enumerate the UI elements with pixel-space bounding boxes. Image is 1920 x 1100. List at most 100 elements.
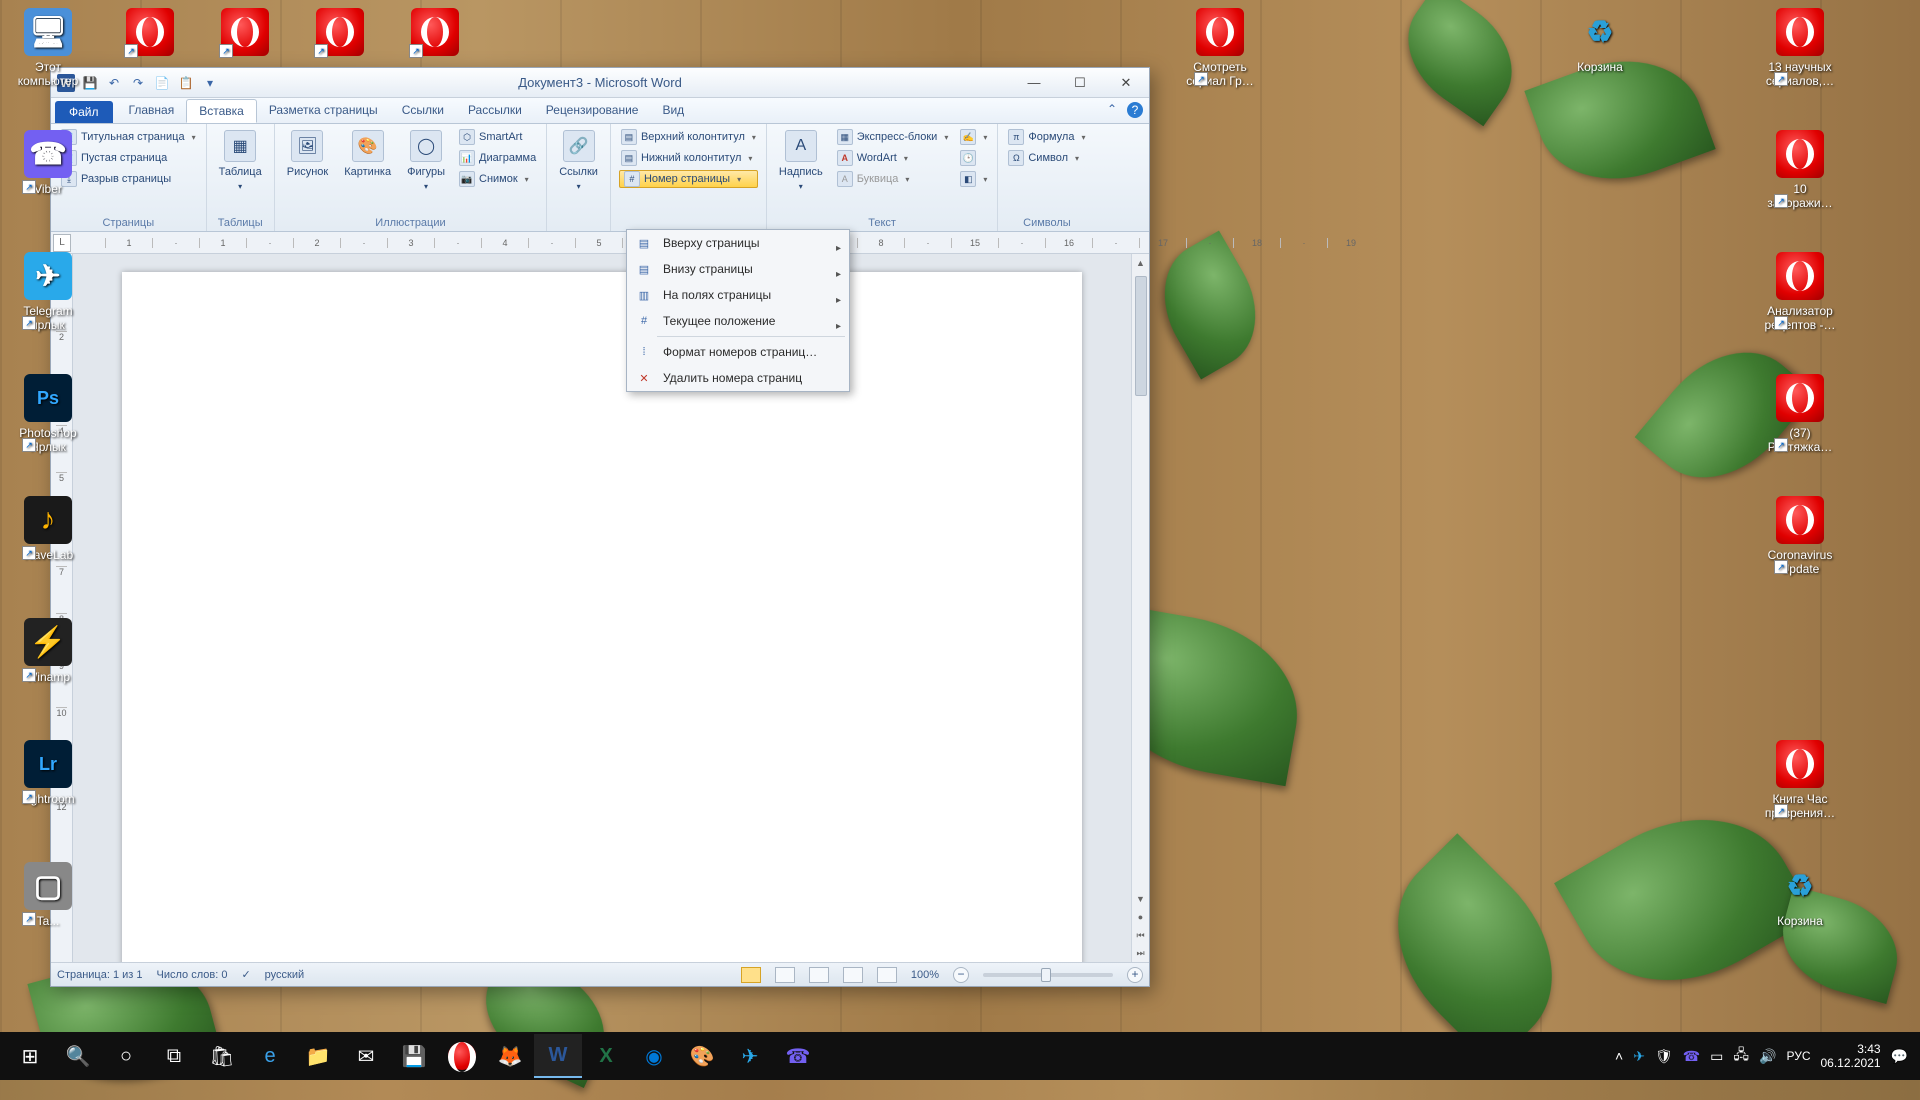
- date-time-button[interactable]: 🕒: [958, 149, 989, 167]
- tray-notifications-icon[interactable]: 💬: [1891, 1048, 1908, 1065]
- browse-object-button[interactable]: ●: [1132, 908, 1149, 926]
- status-page[interactable]: Страница: 1 из 1: [57, 969, 143, 981]
- tab-selector[interactable]: L: [53, 234, 71, 252]
- textbox-button[interactable]: AНадпись▾: [775, 128, 827, 193]
- vertical-ruler[interactable]: 123456789101112: [51, 254, 73, 962]
- desktop-icon[interactable]: ⚡↗Winamp: [8, 618, 88, 684]
- desktop-icon[interactable]: ↗Смотреть сериал Гр…: [1180, 8, 1260, 88]
- menu-item-bottom-of-page[interactable]: ▤Внизу страницы: [627, 256, 849, 282]
- desktop-icon[interactable]: ♻Корзина: [1760, 862, 1840, 928]
- vertical-scrollbar[interactable]: ▲ ▼ ● ⏮ ⏭: [1131, 254, 1149, 962]
- tray-chevron-up-icon[interactable]: ˄: [1615, 1048, 1623, 1064]
- minimize-button[interactable]: —: [1011, 69, 1057, 97]
- search-button[interactable]: 🔍: [54, 1034, 102, 1078]
- zoom-in-button[interactable]: +: [1127, 967, 1143, 983]
- tab-ссылки[interactable]: Ссылки: [390, 99, 456, 123]
- taskbar-app-viber[interactable]: ☎: [774, 1034, 822, 1078]
- desktop-icon[interactable]: ↗: [110, 8, 190, 60]
- taskbar-app-save[interactable]: 💾: [390, 1034, 438, 1078]
- help-button[interactable]: ?: [1127, 102, 1143, 118]
- header-button[interactable]: ▤Верхний колонтитул: [619, 128, 758, 146]
- close-button[interactable]: ✕: [1103, 69, 1149, 97]
- scroll-up-button[interactable]: ▲: [1132, 254, 1149, 272]
- desktop-icon[interactable]: ↗Анализатор рецептов -…: [1760, 252, 1840, 332]
- zoom-slider[interactable]: [983, 973, 1113, 977]
- screenshot-button[interactable]: 📷Снимок: [457, 170, 538, 188]
- taskbar-app-edge[interactable]: ◉: [630, 1034, 678, 1078]
- tray-security-icon[interactable]: 🛡: [1655, 1048, 1673, 1065]
- taskbar-app-explorer[interactable]: 📁: [294, 1034, 342, 1078]
- next-page-button[interactable]: ⏭: [1132, 944, 1149, 962]
- tab-разметка-страницы[interactable]: Разметка страницы: [257, 99, 390, 123]
- desktop-icon[interactable]: ↗(37) Растяжка…: [1760, 374, 1840, 454]
- desktop-icon[interactable]: ↗13 научных сериалов,…: [1760, 8, 1840, 88]
- zoom-slider-thumb[interactable]: [1041, 968, 1051, 982]
- status-word-count[interactable]: Число слов: 0: [157, 969, 228, 981]
- desktop-icon[interactable]: ↗: [205, 8, 285, 60]
- menu-item-current-position[interactable]: #Текущее положение: [627, 308, 849, 334]
- desktop-icon[interactable]: ✈↗Telegram ярлык: [8, 252, 88, 332]
- view-full-screen-button[interactable]: [775, 967, 795, 983]
- taskbar-app-paint[interactable]: 🎨: [678, 1034, 726, 1078]
- desktop-icon[interactable]: ▢↗Ta...: [8, 862, 88, 928]
- links-button[interactable]: 🔗Ссылки▾: [555, 128, 602, 193]
- start-button[interactable]: ⊞: [6, 1034, 54, 1078]
- taskbar-app-ie[interactable]: e: [246, 1034, 294, 1078]
- picture-button[interactable]: 🖼Рисунок: [283, 128, 333, 180]
- task-view-button[interactable]: ⧉: [150, 1034, 198, 1078]
- taskbar-app-opera[interactable]: [438, 1034, 486, 1078]
- tray-battery-icon[interactable]: ▭: [1710, 1048, 1723, 1065]
- menu-item-page-margins[interactable]: ▥На полях страницы: [627, 282, 849, 308]
- prev-page-button[interactable]: ⏮: [1132, 926, 1149, 944]
- qat-button[interactable]: 📋: [177, 74, 195, 92]
- tab-вид[interactable]: Вид: [650, 99, 696, 123]
- desktop-icon[interactable]: ↗10 заворажи…: [1760, 130, 1840, 210]
- redo-button[interactable]: ↷: [129, 74, 147, 92]
- maximize-button[interactable]: ☐: [1057, 69, 1103, 97]
- desktop-icon[interactable]: ↗Книга Час презрения…: [1760, 740, 1840, 820]
- tray-network-icon[interactable]: 🖧: [1733, 1044, 1749, 1068]
- symbol-button[interactable]: ΩСимвол: [1006, 149, 1087, 167]
- tab-рецензирование[interactable]: Рецензирование: [534, 99, 651, 123]
- desktop-icon[interactable]: Ps↗Photoshop Ярлык: [8, 374, 88, 454]
- tab-рассылки[interactable]: Рассылки: [456, 99, 534, 123]
- taskbar-app-store[interactable]: 🛍: [198, 1034, 246, 1078]
- desktop-icon[interactable]: ↗: [300, 8, 380, 60]
- view-draft-button[interactable]: [877, 967, 897, 983]
- desktop-icon[interactable]: ♪↗WaveLab: [8, 496, 88, 562]
- wordart-button[interactable]: AWordArt: [835, 149, 951, 167]
- desktop-icon[interactable]: 🖥Этот компьютер: [8, 8, 88, 88]
- menu-item-remove-page-numbers[interactable]: ✕Удалить номера страниц: [627, 365, 849, 391]
- menu-item-top-of-page[interactable]: ▤Вверху страницы: [627, 230, 849, 256]
- menu-item-format-page-numbers[interactable]: ⁞Формат номеров страниц…: [627, 339, 849, 365]
- tab-file[interactable]: Файл: [55, 101, 113, 123]
- scroll-down-button[interactable]: ▼: [1132, 890, 1149, 908]
- smartart-button[interactable]: ⬡SmartArt: [457, 128, 538, 146]
- footer-button[interactable]: ▤Нижний колонтитул: [619, 149, 758, 167]
- table-button[interactable]: ▦Таблица▾: [215, 128, 266, 193]
- page-number-button[interactable]: #Номер страницы: [619, 170, 758, 188]
- tab-главная[interactable]: Главная: [117, 99, 187, 123]
- taskbar-app-mail[interactable]: ✉: [342, 1034, 390, 1078]
- zoom-out-button[interactable]: −: [953, 967, 969, 983]
- zoom-level[interactable]: 100%: [911, 969, 939, 981]
- taskbar-app-telegram[interactable]: ✈: [726, 1034, 774, 1078]
- status-language[interactable]: русский: [265, 969, 304, 981]
- qat-button[interactable]: 📄: [153, 74, 171, 92]
- taskbar-app-word[interactable]: W: [534, 1034, 582, 1078]
- shapes-button[interactable]: ◯Фигуры▾: [403, 128, 449, 193]
- ribbon-collapse-button[interactable]: ⌃: [1107, 102, 1117, 118]
- document-page[interactable]: [122, 272, 1082, 962]
- desktop-icon[interactable]: Lr↗Lightroom: [8, 740, 88, 806]
- tray-viber-icon[interactable]: ☎: [1683, 1048, 1700, 1065]
- scroll-thumb[interactable]: [1135, 276, 1147, 396]
- undo-button[interactable]: ↶: [105, 74, 123, 92]
- view-print-layout-button[interactable]: [741, 967, 761, 983]
- quick-parts-button[interactable]: ▦Экспресс-блоки: [835, 128, 951, 146]
- chart-button[interactable]: 📊Диаграмма: [457, 149, 538, 167]
- desktop-icon[interactable]: ☎↗Viber: [8, 130, 88, 196]
- cortana-button[interactable]: ○: [102, 1034, 150, 1078]
- equation-button[interactable]: πФормула: [1006, 128, 1087, 146]
- tray-volume-icon[interactable]: 🔊: [1759, 1048, 1776, 1065]
- tray-clock[interactable]: 3:43 06.12.2021: [1821, 1042, 1881, 1070]
